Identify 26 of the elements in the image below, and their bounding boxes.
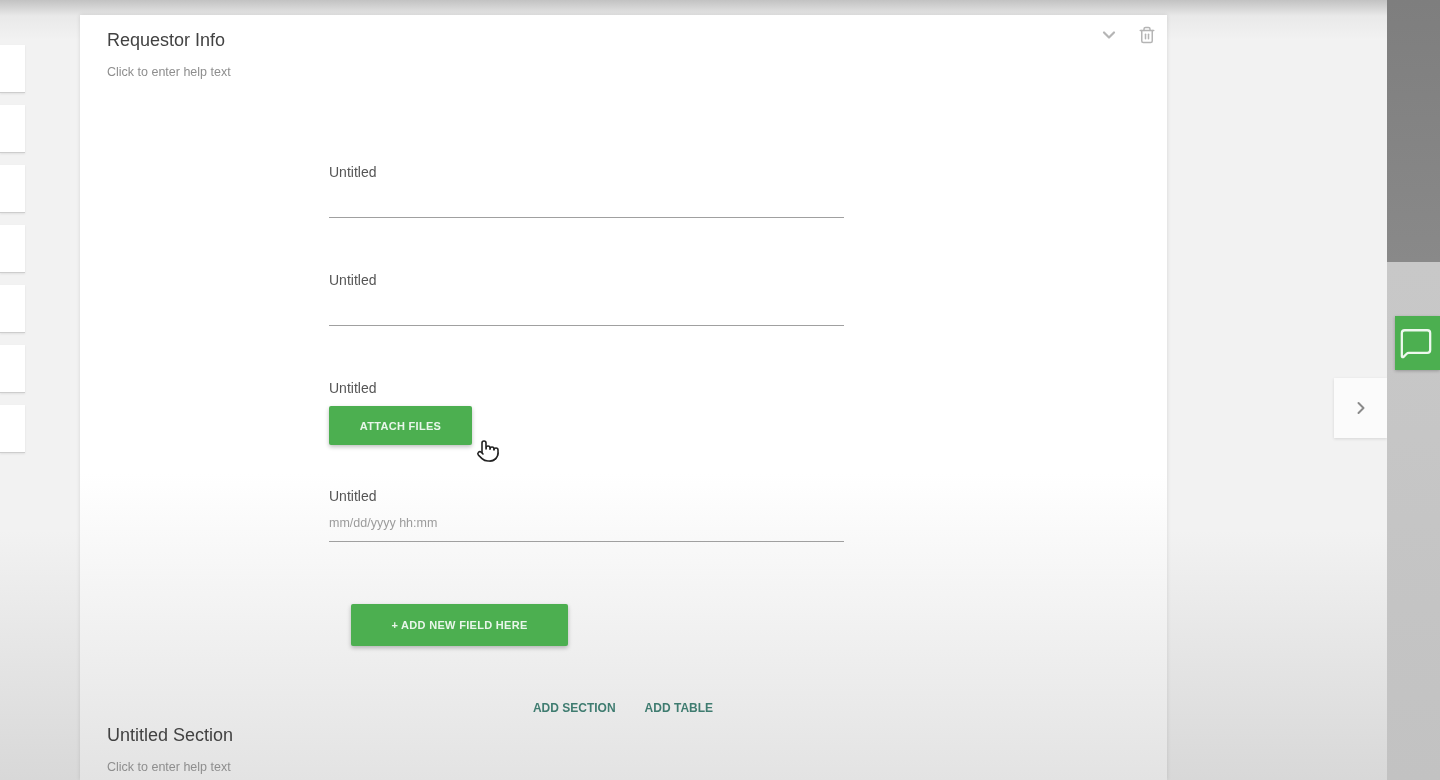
field-label: Untitled [329,488,377,504]
add-link[interactable]: ADD TABLE [644,700,714,716]
add-link[interactable]: ADD SECTION [532,700,616,716]
palette-tile[interactable] [0,105,25,153]
date-time-input[interactable]: mm/dd/yyyy hh:mm [329,504,844,542]
trash-icon [1138,26,1156,44]
attach-files-button[interactable]: ATTACH FILES [329,406,472,445]
chat-button[interactable] [1395,316,1440,370]
field-label: Untitled [329,380,377,396]
palette-tile[interactable] [0,45,25,93]
next-button[interactable] [1334,378,1387,438]
help-text: Click to enter help text [107,760,231,774]
palette-tile[interactable] [0,285,25,333]
palette-tile[interactable] [0,225,25,273]
section-title: Untitled Section [107,724,234,746]
delete-button[interactable] [1138,26,1156,44]
field-label: Untitled [329,164,377,180]
section-title: Requestor Info [107,29,226,51]
palette-tile[interactable] [0,165,25,213]
field-label: Untitled [329,272,377,288]
add-field-button[interactable]: + ADD NEW FIELD HERE [351,604,568,646]
chat-bubble-icon [1399,326,1433,360]
palette-tile[interactable] [0,345,25,393]
palette-tile[interactable] [0,405,25,453]
hand-cursor-icon [476,439,500,463]
help-text: Click to enter help text [107,65,231,79]
